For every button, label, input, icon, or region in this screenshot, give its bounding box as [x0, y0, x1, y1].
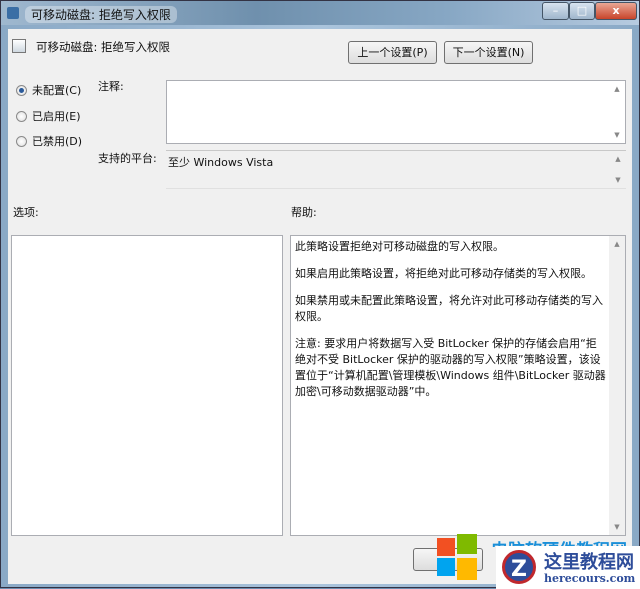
- radio-label: 已启用(E): [32, 110, 81, 123]
- help-paragraph: 此策略设置拒绝对可移动磁盘的写入权限。: [295, 240, 504, 253]
- close-button[interactable]: x: [595, 2, 637, 20]
- comment-textarea[interactable]: ▲ ▼: [166, 80, 626, 144]
- platform-field: 至少 Windows Vista ▲ ▼: [166, 150, 626, 189]
- brand-watermark: Z 这里教程网 herecours.com: [496, 546, 640, 589]
- setting-title: 可移动磁盘: 拒绝写入权限: [36, 40, 171, 54]
- help-paragraph: 如果启用此策略设置，将拒绝对此可移动存储类的写入权限。: [295, 267, 592, 280]
- windows-logo-watermark: [437, 534, 477, 582]
- radio-dot-icon: [16, 110, 27, 122]
- help-label: 帮助:: [291, 206, 317, 219]
- radio-label: 已禁用(D): [32, 135, 83, 148]
- radio-not-configured[interactable]: 未配置(C): [16, 82, 81, 98]
- policy-icon: [7, 7, 19, 19]
- brand-name: 这里教程网: [544, 552, 634, 573]
- comment-scrollbar[interactable]: ▲ ▼: [609, 81, 625, 143]
- setting-icon: [12, 39, 26, 53]
- maximize-button[interactable]: □: [569, 2, 595, 20]
- radio-disabled[interactable]: 已禁用(D): [16, 133, 82, 149]
- help-paragraph: 注意: 要求用户将数据写入受 BitLocker 保护的存储会启用“拒绝对不受 …: [295, 337, 606, 398]
- minimize-button[interactable]: –: [542, 2, 569, 20]
- window-title: 可移动磁盘: 拒绝写入权限: [25, 6, 177, 23]
- help-panel: 此策略设置拒绝对可移动磁盘的写入权限。 如果启用此策略设置，将拒绝对此可移动存储…: [290, 235, 626, 536]
- radio-label: 未配置(C): [32, 84, 82, 97]
- platform-label: 支持的平台:: [98, 152, 157, 165]
- platform-scrollbar[interactable]: ▲ ▼: [610, 151, 626, 188]
- dialog-client: 可移动磁盘: 拒绝写入权限 上一个设置(P) 下一个设置(N) 未配置(C) 已…: [8, 29, 632, 584]
- platform-value: 至少 Windows Vista: [168, 156, 274, 169]
- prev-setting-button[interactable]: 上一个设置(P): [348, 41, 437, 64]
- radio-enabled[interactable]: 已启用(E): [16, 108, 81, 124]
- brand-logo-icon: Z: [502, 550, 536, 584]
- options-panel: [11, 235, 283, 536]
- title-bar[interactable]: 可移动磁盘: 拒绝写入权限 – □ x: [1, 1, 639, 25]
- help-paragraph: 如果禁用或未配置此策略设置，将允许对此可移动存储类的写入权限。: [295, 294, 603, 323]
- radio-dot-icon: [16, 135, 27, 147]
- next-setting-button[interactable]: 下一个设置(N): [444, 41, 533, 64]
- options-label: 选项:: [13, 206, 39, 219]
- help-scrollbar[interactable]: ▲ ▼: [609, 236, 625, 535]
- brand-url: herecours.com: [544, 572, 636, 585]
- radio-dot-icon: [16, 84, 27, 96]
- comment-label: 注释:: [98, 80, 124, 93]
- dialog-window: 可移动磁盘: 拒绝写入权限 – □ x 可移动磁盘: 拒绝写入权限 上一个设置(…: [0, 0, 640, 589]
